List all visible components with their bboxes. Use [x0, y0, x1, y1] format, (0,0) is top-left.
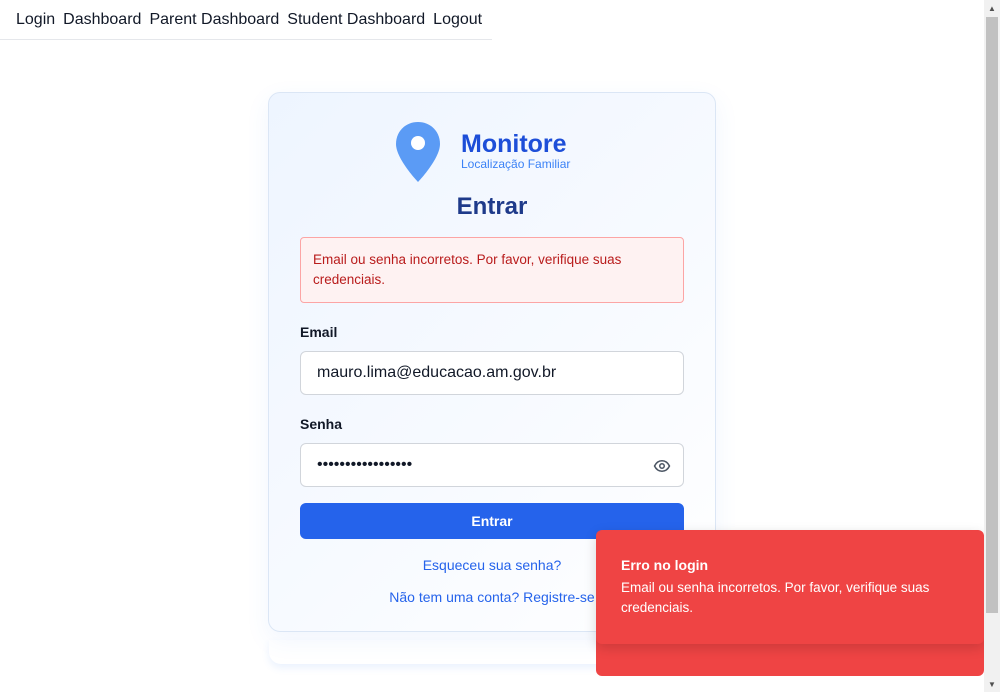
- login-title: Entrar: [456, 193, 528, 220]
- email-label: Email: [300, 324, 338, 340]
- toast-message: Email ou senha incorretos. Por favor, ve…: [621, 580, 930, 615]
- scroll-down-icon[interactable]: ▼: [984, 676, 1000, 692]
- brand-tagline: Localização Familiar: [461, 157, 571, 171]
- vertical-scrollbar[interactable]: ▲ ▼: [984, 0, 1000, 692]
- toast-title: Erro no login: [621, 557, 709, 573]
- scroll-thumb[interactable]: [986, 17, 998, 613]
- email-value: mauro.lima@educacao.am.gov.br: [317, 364, 557, 381]
- brand-name: Monitore: [461, 130, 567, 158]
- email-field[interactable]: mauro.lima@educacao.am.gov.br: [300, 351, 684, 395]
- nav-dashboard-link[interactable]: Dashboard: [63, 11, 141, 29]
- password-value: •••••••••••••••••: [317, 456, 413, 473]
- map-pin-icon: [396, 122, 440, 182]
- eye-icon[interactable]: [653, 457, 671, 475]
- error-toast[interactable]: Erro no login Email ou senha incorretos.…: [596, 530, 984, 644]
- page: Login Dashboard Parent Dashboard Student…: [0, 0, 1000, 692]
- nav-parent-dashboard-link[interactable]: Parent Dashboard: [149, 11, 279, 29]
- brand-logo: Monitore Localização Familiar: [395, 121, 570, 183]
- nav-logout-link[interactable]: Logout: [433, 11, 482, 29]
- password-field[interactable]: •••••••••••••••••: [300, 443, 684, 487]
- scroll-up-icon[interactable]: ▲: [984, 0, 1000, 16]
- nav-login-link[interactable]: Login: [16, 11, 55, 29]
- top-nav: Login Dashboard Parent Dashboard Student…: [0, 0, 492, 40]
- nav-student-dashboard-link[interactable]: Student Dashboard: [287, 11, 425, 29]
- password-label: Senha: [300, 416, 343, 432]
- brand-text: Monitore Localização Familiar: [461, 131, 570, 171]
- error-alert: Email ou senha incorretos. Por favor, ve…: [300, 237, 684, 303]
